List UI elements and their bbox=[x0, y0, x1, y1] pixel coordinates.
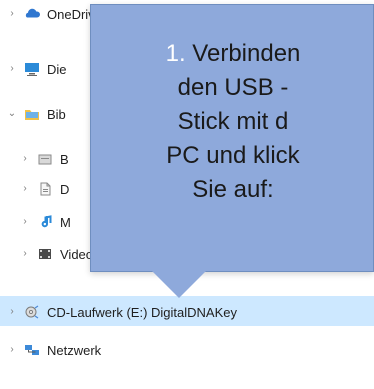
cd-drive-icon bbox=[23, 304, 41, 320]
libraries-icon bbox=[23, 106, 41, 122]
navigation-tree: › OneDrive › Die ⌄ Bib › B › D › M › Vid… bbox=[0, 0, 374, 389]
music-icon bbox=[36, 214, 54, 230]
onedrive-icon bbox=[23, 6, 41, 22]
expand-chevron-icon[interactable]: › bbox=[20, 217, 30, 227]
callout-pointer bbox=[151, 270, 207, 298]
document-icon bbox=[36, 181, 54, 197]
callout-line-4: PC und klick bbox=[166, 142, 300, 169]
nav-item-onedrive[interactable]: › OneDrive bbox=[7, 0, 102, 28]
nav-item-documents-secondary[interactable]: › D bbox=[20, 175, 69, 203]
nav-item-label: M bbox=[60, 214, 71, 230]
nav-item-documents-primary[interactable]: › B bbox=[20, 145, 69, 173]
network-icon bbox=[23, 342, 41, 358]
nav-item-network[interactable]: › Netzwerk bbox=[7, 336, 101, 364]
callout-line-1-text: Verbinden bbox=[192, 40, 301, 67]
expand-chevron-icon[interactable]: › bbox=[20, 154, 30, 164]
nav-item-music[interactable]: › M bbox=[20, 208, 71, 236]
expand-chevron-icon[interactable]: › bbox=[7, 345, 17, 355]
nav-item-label: B bbox=[60, 151, 69, 167]
callout-line-2: den USB - bbox=[177, 74, 289, 101]
expand-chevron-icon[interactable]: › bbox=[20, 249, 30, 259]
expand-chevron-icon[interactable]: › bbox=[7, 64, 17, 74]
expand-chevron-icon[interactable]: › bbox=[7, 307, 17, 317]
nav-item-label: CD-Laufwerk (E:) DigitalDNAKey bbox=[47, 304, 237, 320]
callout-line-3: Stick mit d bbox=[177, 108, 289, 135]
nav-item-label: Netzwerk bbox=[47, 342, 102, 358]
callout-line-5: Sie auf: bbox=[192, 176, 274, 203]
nav-item-label: Die bbox=[47, 61, 67, 77]
document-folder-icon bbox=[36, 151, 54, 167]
nav-item-cd-drive[interactable]: › CD-Laufwerk (E:) DigitalDNAKey bbox=[7, 298, 237, 326]
desktop-icon bbox=[23, 61, 41, 77]
step-number: 1. bbox=[165, 40, 186, 67]
nav-item-desktop[interactable]: › Die bbox=[7, 55, 67, 83]
collapse-chevron-icon[interactable]: ⌄ bbox=[7, 109, 17, 119]
nav-item-videos[interactable]: › Videos bbox=[20, 240, 99, 268]
nav-item-libraries[interactable]: ⌄ Bib bbox=[7, 100, 66, 128]
expand-chevron-icon[interactable]: › bbox=[7, 9, 17, 19]
nav-item-label: D bbox=[60, 181, 70, 197]
nav-item-label: Bib bbox=[47, 106, 66, 122]
expand-chevron-icon[interactable]: › bbox=[20, 184, 30, 194]
callout-line-1: 1. Verbinden bbox=[92, 37, 374, 71]
callout-text: 1. Verbinden den USB - Stick mit d PC un… bbox=[92, 37, 374, 207]
video-icon bbox=[36, 246, 54, 262]
